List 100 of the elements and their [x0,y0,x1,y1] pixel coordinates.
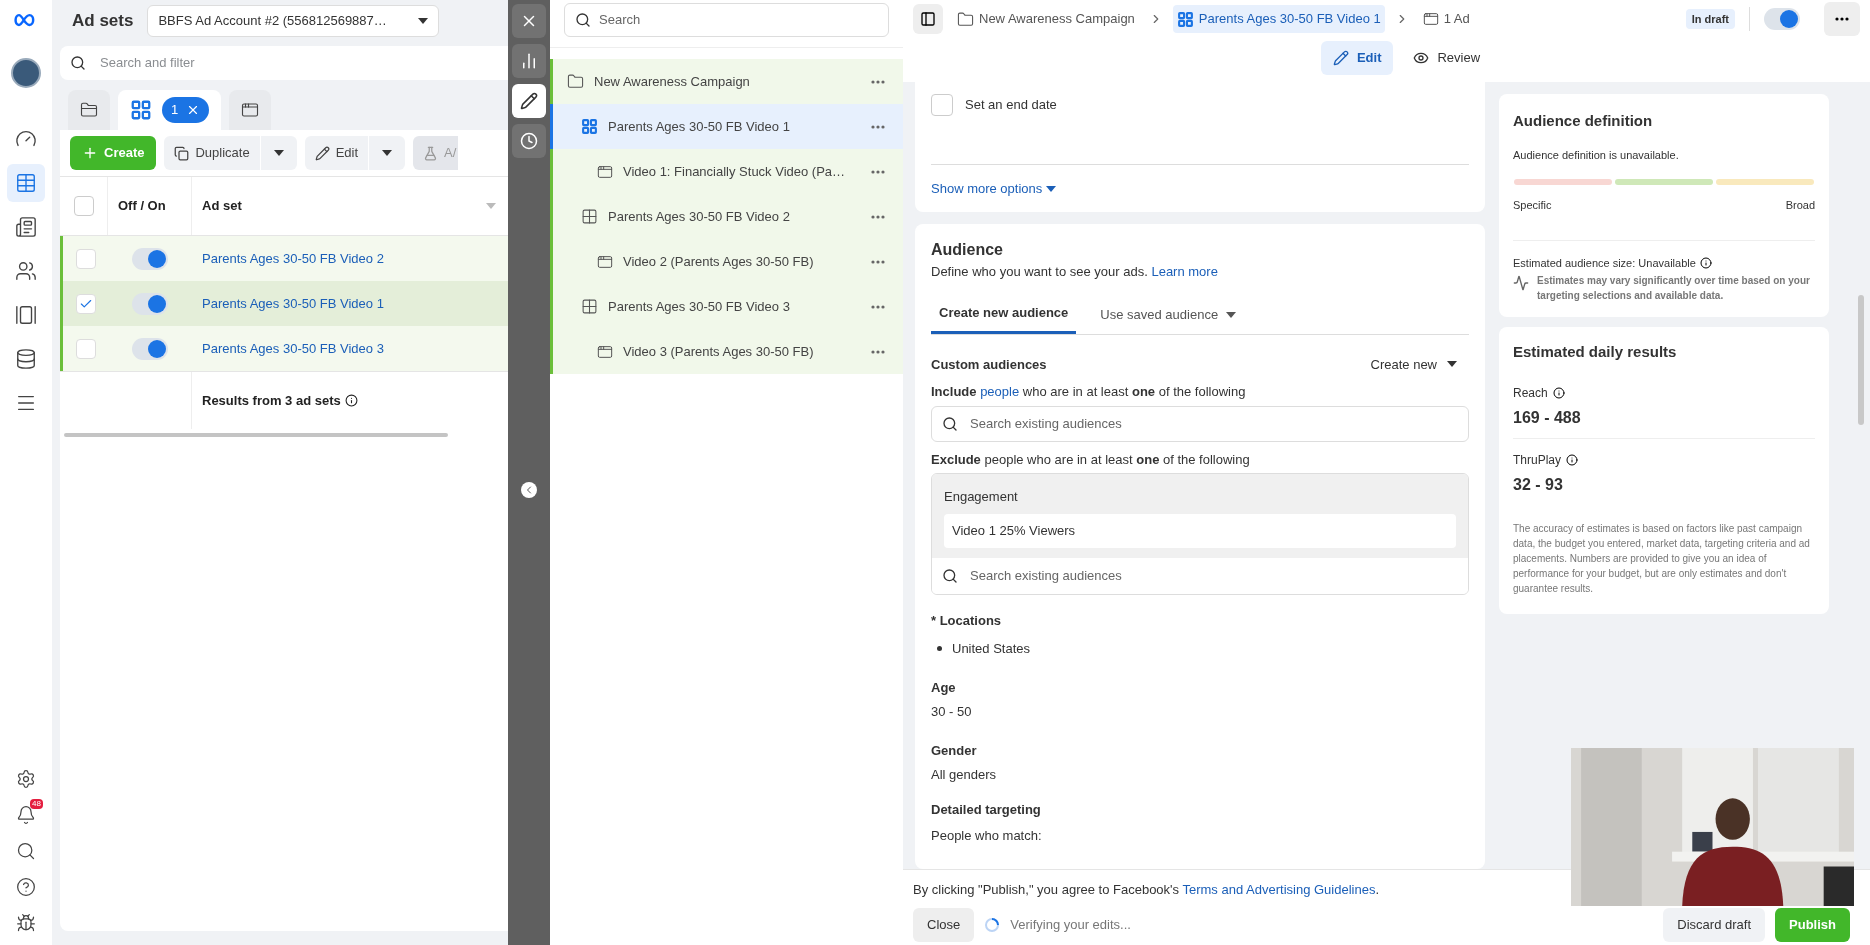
people-link[interactable]: people [980,384,1020,399]
account-dropdown[interactable]: BBFS Ad Account #2 (556812569887… [147,5,440,37]
tree-item[interactable]: Parents Ages 30-50 FB Video 2 [550,194,903,239]
grid-icon [130,99,152,121]
more-icon[interactable] [871,169,885,174]
column-header[interactable]: Ad set [192,177,508,235]
tool-button[interactable] [512,124,546,158]
exclude-sentence: Exclude people who are in at least one of the following [931,450,1251,469]
search-field[interactable]: Search [564,3,889,37]
bug-icon[interactable] [16,913,36,933]
more-icon[interactable] [871,214,885,219]
edit-button[interactable]: Edit [304,136,369,170]
view-tab[interactable] [229,90,272,130]
status-badge: In draft [1685,8,1735,30]
audience-search-field[interactable]: Search existing audiences [931,405,1469,442]
edit-menu-button[interactable] [369,136,406,170]
field-value: 30 - 50 [931,702,973,721]
caret-icon [486,203,496,209]
more-icon[interactable] [871,259,885,264]
settings-icon[interactable] [16,769,36,789]
close-button[interactable]: Close [913,907,975,942]
more-icon[interactable] [871,304,885,309]
learn-more-link[interactable]: Learn more [1151,264,1218,279]
info-icon [344,394,358,407]
search-icon[interactable] [16,841,36,861]
view-tab[interactable] [68,90,110,130]
more-icon[interactable] [871,349,885,354]
breadcrumb-item[interactable]: Parents Ages 30-50 FB Video 1 [1172,5,1385,33]
help-icon[interactable] [16,877,36,897]
field-label: Gender [931,742,978,760]
duplicate-button[interactable]: Duplicate [164,136,260,170]
definition-text: Audience definition is unavailable. [1513,147,1680,163]
collapse-button[interactable] [521,482,537,498]
table-icon [15,172,37,194]
section-title: Audience [931,240,1004,260]
field-label: Custom audiences [931,355,1047,374]
tree-item[interactable]: Video 2 (Parents Ages 30-50 FB) [550,239,903,284]
folder-icon [957,10,974,28]
tree-item[interactable]: Parents Ages 30-50 FB Video 3 [550,284,903,329]
group-label: Engagement [944,489,1018,504]
breadcrumb-item[interactable]: New Awareness Campaign [953,5,1139,33]
breadcrumb-item[interactable]: 1 Ad [1418,5,1474,33]
selection-chip[interactable]: 1 [162,97,210,123]
scrollbar[interactable] [1858,295,1864,425]
more-icon[interactable] [871,79,885,84]
results-summary: Results from 3 ad sets [202,391,341,410]
search-icon [942,415,958,432]
pencil-icon [314,145,330,161]
toggle-switch[interactable] [132,337,168,360]
end-date-checkbox[interactable] [931,94,953,116]
tree-item[interactable]: Video 1: Financially Stuck Video (Pa… [550,149,903,194]
card-title: Audience definition [1513,111,1654,131]
view-tab[interactable]: 1 [118,90,222,130]
account-avatar[interactable] [11,58,41,88]
more-button[interactable] [1824,2,1860,36]
tool-button[interactable] [512,84,546,118]
ad-set-link[interactable]: Parents Ages 30-50 FB Video 3 [202,338,384,359]
info-icon [1552,386,1565,399]
window-icon [597,343,613,360]
bar-chart-icon [520,52,538,70]
duplicate-menu-button[interactable] [260,136,297,170]
excluded-audience[interactable]: Video 1 25% Viewers [944,514,1456,548]
people-icon [15,260,37,282]
audience-tab[interactable]: Use saved audience [1092,295,1245,334]
discard-draft-button[interactable]: Discard draft [1663,907,1766,942]
tree-item[interactable]: Video 3 (Parents Ages 30-50 FB) [550,329,903,374]
select-all-checkbox[interactable] [73,196,94,216]
location-item: United States [952,639,1031,658]
row-checkbox[interactable] [75,248,96,269]
column-header[interactable]: Off / On [108,177,192,235]
ad-set-link[interactable]: Parents Ages 30-50 FB Video 1 [202,293,384,314]
metric-label: ThruPlay [1513,451,1562,469]
nav-item[interactable] [7,164,45,202]
audience-size: Estimated audience size: Unavailable [1513,255,1696,271]
eye-icon [1413,50,1430,66]
folder-icon [567,73,584,90]
sidebar-toggle-button[interactable] [913,4,943,34]
create-new-button[interactable]: Create new [1370,354,1469,374]
scrollbar[interactable] [64,433,448,437]
row-checkbox[interactable] [75,338,96,359]
clock-icon [520,132,538,150]
row-checkbox[interactable] [75,293,96,314]
caret-icon [418,18,429,24]
bell-icon[interactable] [16,805,36,825]
tree-item[interactable]: New Awareness Campaign [550,59,903,104]
mode-tab[interactable]: Edit [1320,41,1394,75]
tree-item[interactable]: Parents Ages 30-50 FB Video 1 [550,104,903,149]
ad-set-link[interactable]: Parents Ages 30-50 FB Video 2 [202,248,384,269]
metric-value: 169 - 488 [1513,407,1582,428]
show-more-link[interactable]: Show more options [931,179,1057,199]
field-value: People who match: [931,826,1043,845]
stack-icon [15,348,37,370]
panel-title: Ad sets [72,10,134,33]
toggle-switch[interactable] [132,292,168,315]
toggle-switch[interactable] [132,247,168,270]
audience-tab[interactable]: Create new audience [931,295,1077,334]
toggle-switch[interactable] [1764,8,1800,30]
more-icon[interactable] [871,124,885,129]
mode-tab[interactable]: Review [1401,41,1493,75]
caret-icon [1226,311,1237,318]
